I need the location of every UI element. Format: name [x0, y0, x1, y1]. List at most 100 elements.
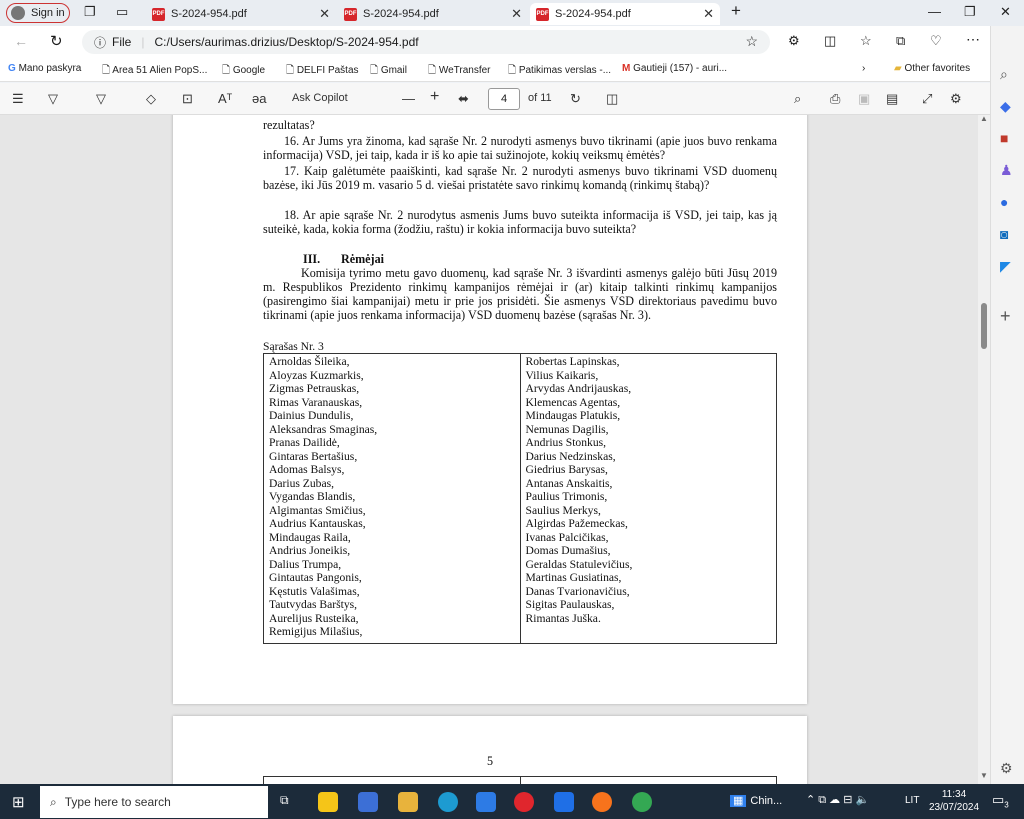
scroll-down-icon[interactable]: ▼ [980, 771, 988, 780]
add-icon[interactable]: + [1000, 306, 1011, 327]
tab-label: S-2024-954.pdf [555, 8, 631, 20]
name-entry: Gintaras Bertašius, [269, 449, 358, 463]
weather-widget[interactable]: ▦ Chin... [730, 794, 782, 807]
print-icon[interactable]: ⎙ [830, 91, 840, 107]
favorite-star-icon[interactable]: ☆ [745, 33, 758, 50]
fav-patikimas[interactable]: 🗋 Patikimas verslas -... [508, 63, 611, 80]
zoom-out-icon[interactable]: — [402, 91, 415, 106]
name-entry: Paulius Trimonis, [525, 490, 608, 503]
fav-other[interactable]: ▰ Other favorites [894, 63, 970, 74]
clock[interactable]: 11:34 23/07/2024 [928, 788, 980, 814]
save-as-icon[interactable]: ▤ [886, 91, 898, 107]
text-box-icon[interactable]: ⊡ [182, 91, 193, 107]
fit-width-icon[interactable]: ⬌ [458, 91, 469, 107]
fav-gautieji[interactable]: M Gautieji (157) - auri... [622, 63, 727, 74]
workspaces-icon[interactable]: ❐ [84, 4, 96, 20]
question-18: 18. Ar apie sąraše Nr. 2 nurodytus asmen… [263, 208, 777, 236]
fav-wetransfer[interactable]: 🗋 WeTransfer [428, 63, 491, 80]
copilot-app-icon[interactable] [358, 792, 378, 812]
shopping-icon[interactable]: ◆ [1000, 98, 1011, 115]
firefox-icon[interactable] [592, 792, 612, 812]
opera-icon[interactable] [514, 792, 534, 812]
restore-icon[interactable]: ❐ [964, 4, 976, 20]
pdf-toolbar: ☰ ▽ ▽ ◇ ⊡ Aᵀ əa Ask Copilot — + ⬌ 4 of 1… [0, 83, 990, 115]
ask-copilot-button[interactable]: Ask Copilot [292, 92, 348, 104]
system-tray-icons[interactable]: ⌃ ⧉ ☁ ⊟ 🔈 [806, 793, 869, 807]
scrollbar[interactable]: ▲ ▼ [978, 114, 990, 784]
fullscreen-icon[interactable]: ⤢ [922, 91, 932, 107]
mail-icon[interactable] [476, 792, 496, 812]
fav-area51[interactable]: 🗋 Area 51 Alien PopS... [102, 63, 207, 80]
new-tab-icon[interactable]: + [731, 1, 741, 21]
section-number: III. [303, 252, 321, 266]
tab-2[interactable]: PDF S-2024-954.pdf ✕ [338, 3, 528, 25]
fav-mano-paskyra[interactable]: G Mano paskyra [8, 63, 81, 74]
minimize-icon[interactable]: — [928, 4, 941, 19]
pdf-page-4: rezultatas? 16. Ar Jums yra žinoma, kad … [173, 115, 807, 704]
rotate-icon[interactable]: ↻ [570, 91, 581, 107]
tab-3-active[interactable]: PDF S-2024-954.pdf ✕ [530, 3, 720, 25]
outlook-icon[interactable]: ◙ [1000, 226, 1008, 242]
translate-icon[interactable]: əa [252, 91, 266, 106]
close-icon[interactable]: ✕ [703, 6, 714, 22]
collections-icon[interactable]: ⧉ [896, 33, 905, 49]
back-icon[interactable]: ← [14, 33, 28, 49]
fav-gmail[interactable]: 🗋 Gmail [370, 63, 407, 80]
store-icon[interactable] [318, 792, 338, 812]
edge-sidebar: ⌕ ◆ ■ ♟ ● ◙ ◤ + ⚙ [990, 26, 1024, 784]
taskbar-search[interactable]: ⌕ Type here to search [40, 786, 268, 818]
name-entry: Tautvydas Barštys, [269, 598, 358, 611]
contents-icon[interactable]: ☰ [12, 91, 24, 107]
eraser-icon[interactable]: ◇ [146, 91, 156, 107]
clock-time: 11:34 [941, 789, 967, 800]
page-number-input[interactable]: 4 [488, 88, 520, 110]
settings-icon[interactable]: ⚙ [950, 91, 962, 107]
address-bar[interactable]: ⓘ File | C:/Users/aurimas.drizius/Deskto… [82, 30, 770, 54]
draw-icon[interactable]: ▽ [96, 91, 106, 107]
settings-icon[interactable]: ⚙ [1000, 760, 1013, 777]
edge-icon[interactable] [438, 792, 458, 812]
chevron-right-icon[interactable]: › [862, 63, 865, 74]
task-view-icon[interactable]: ⧉ [280, 793, 289, 808]
page-number: 5 [486, 754, 494, 768]
name-entry: Giedrius Barysas, [525, 463, 608, 476]
refresh-icon[interactable]: ↻ [50, 32, 63, 50]
extensions-icon[interactable]: ⚙ [788, 33, 800, 49]
read-aloud-icon[interactable]: Aᵀ [218, 91, 232, 106]
performance-icon[interactable]: ♡ [930, 33, 942, 49]
search-icon[interactable]: ⌕ [794, 91, 801, 107]
split-screen-icon[interactable]: ◫ [824, 33, 836, 49]
tools-icon[interactable]: ■ [1000, 130, 1008, 146]
notifications-icon[interactable]: ▭3 [992, 792, 1009, 810]
sign-in-button[interactable]: Sign in [6, 3, 70, 23]
question-17: 17. Kaip galėtumėte paaiškinti, kad sąra… [263, 164, 777, 192]
save-icon[interactable]: ▣ [858, 91, 870, 107]
zoom-in-icon[interactable]: + [430, 88, 439, 106]
pdf-icon: PDF [344, 7, 357, 21]
name-entry: Algimantas Smičius, [269, 503, 366, 517]
m365-icon[interactable]: ● [1000, 194, 1008, 210]
fav-google[interactable]: 🗋 Google [222, 63, 265, 80]
favorites-icon[interactable]: ☆ [860, 33, 872, 49]
send-icon[interactable]: ◤ [1000, 258, 1011, 275]
scroll-up-icon[interactable]: ▲ [980, 114, 988, 123]
language-indicator[interactable]: LIT [905, 795, 919, 806]
search-icon[interactable]: ⌕ [1000, 66, 1008, 83]
name-entry: Darius Nedzinskas, [525, 449, 616, 463]
windows-start-icon[interactable]: ⊞ [12, 793, 25, 811]
trip-icon[interactable] [554, 792, 574, 812]
games-icon[interactable]: ♟ [1000, 162, 1013, 179]
tab-actions-icon[interactable]: ▭ [116, 4, 128, 20]
scroll-thumb[interactable] [981, 303, 987, 349]
sign-in-label: Sign in [31, 7, 65, 19]
close-icon[interactable]: ✕ [511, 6, 522, 22]
tab-1[interactable]: PDF S-2024-954.pdf ✕ [146, 3, 336, 25]
page-view-icon[interactable]: ◫ [606, 91, 618, 107]
file-explorer-icon[interactable] [398, 792, 418, 812]
highlight-icon[interactable]: ▽ [48, 91, 58, 107]
fav-delfi[interactable]: 🗋 DELFI Paštas [286, 63, 359, 80]
close-window-icon[interactable]: ✕ [1000, 4, 1011, 20]
close-icon[interactable]: ✕ [319, 6, 330, 22]
more-icon[interactable]: ⋯ [966, 31, 980, 48]
chrome-icon[interactable] [632, 792, 652, 812]
